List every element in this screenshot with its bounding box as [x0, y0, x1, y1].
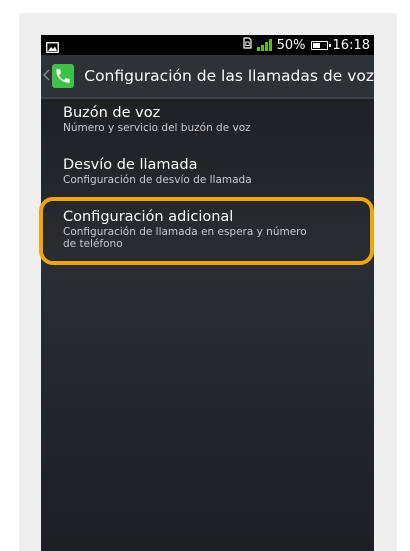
- clock: 16:18: [332, 37, 370, 53]
- sim-card-icon: [243, 37, 252, 53]
- phone-icon[interactable]: [51, 64, 75, 88]
- action-bar: Configuración de las llamadas de voz: [41, 55, 374, 99]
- item-title: Desvío de llamada: [63, 157, 198, 173]
- item-summary: Configuración de desvío de llamada: [63, 174, 252, 186]
- phone-screen: 50% 16:18 Configuración de las llamadas …: [41, 35, 374, 551]
- signal-icon: [256, 39, 272, 51]
- highlight-annotation: [39, 197, 374, 265]
- chevron-left-icon: [43, 69, 50, 81]
- list-item-call-forwarding[interactable]: Desvío de llamada Configuración de desví…: [63, 156, 363, 186]
- battery-percent: 50%: [276, 37, 306, 53]
- battery-icon: [310, 40, 331, 50]
- list-item-voicemail[interactable]: Buzón de voz Número y servicio del buzón…: [63, 104, 363, 134]
- item-summary: Número y servicio del buzón de voz: [63, 122, 251, 134]
- page-title: Configuración de las llamadas de voz: [84, 67, 374, 85]
- back-button[interactable]: [43, 68, 51, 84]
- item-title: Buzón de voz: [63, 105, 161, 121]
- status-bar: 50% 16:18: [41, 35, 374, 55]
